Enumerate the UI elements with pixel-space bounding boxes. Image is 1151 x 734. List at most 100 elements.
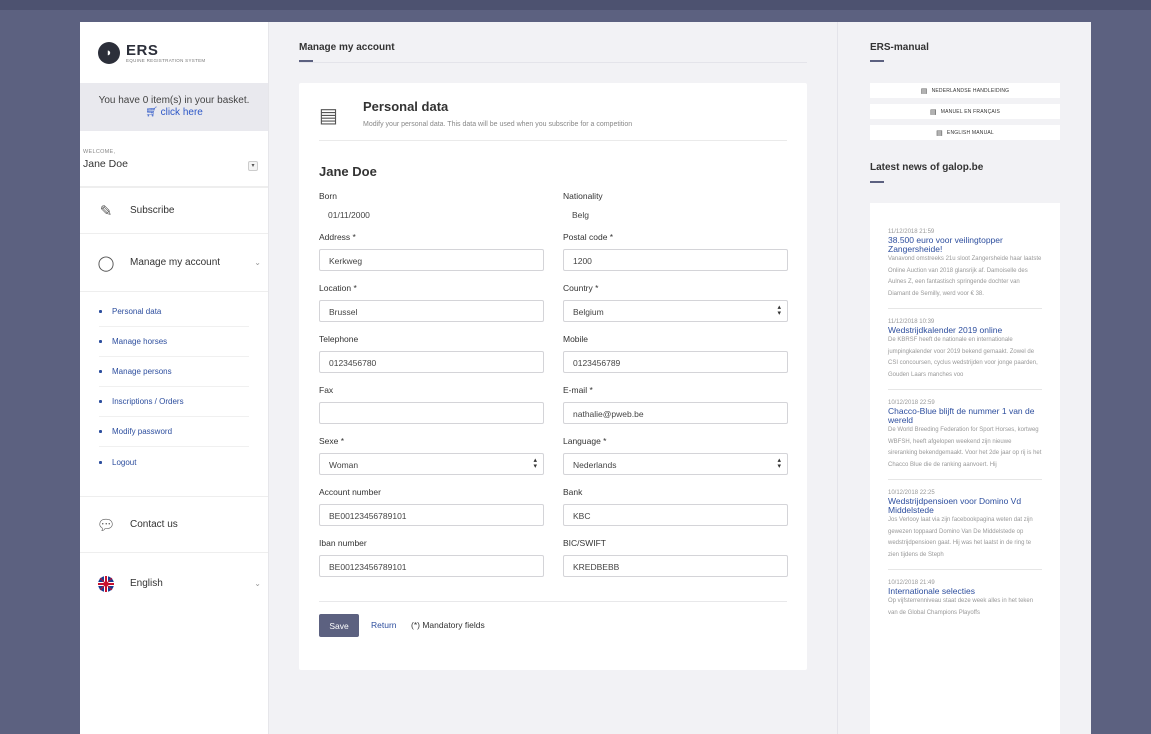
submenu-item[interactable]: Modify password (99, 417, 249, 447)
basket-text: You have 0 item(s) in your basket. (98, 95, 250, 106)
news-title[interactable]: Wedstrijdpensioen voor Domino Vd Middels… (888, 497, 1042, 515)
telephone-field[interactable]: 0123456780 (319, 351, 544, 373)
book-icon: ▤ (936, 129, 943, 137)
nav-subscribe[interactable]: ✎ Subscribe (80, 187, 268, 233)
save-button[interactable]: Save (319, 614, 359, 637)
basket-link-label: click here (160, 107, 203, 118)
right-panel: ERS-manual ▤ NEDERLANDSE HANDLEIDING ▤ MAN… (837, 22, 1091, 734)
nationality-label: Nationality (563, 191, 603, 201)
account-number-label: Account number (319, 487, 381, 497)
nav-language-label: English (130, 578, 163, 589)
language-select[interactable]: Nederlands ▴ ▾ (563, 453, 788, 475)
bank-field[interactable]: KBC (563, 504, 788, 526)
submenu-item[interactable]: Manage persons (99, 357, 249, 387)
nav-manage-account[interactable]: ◯ Manage my account ⌄ (80, 233, 268, 291)
email-field[interactable]: nathalie@pweb.be (563, 402, 788, 424)
news-text: De KBRSF heeft de nationale en internati… (888, 337, 1038, 378)
postal-code-field[interactable]: 1200 (563, 249, 788, 271)
title-rule (299, 62, 807, 63)
chevron-down-icon: ▾ (251, 163, 255, 169)
select-arrows-icon: ▴ ▾ (777, 457, 781, 470)
uk-flag-icon (95, 573, 117, 595)
email-label: E-mail * (563, 385, 593, 395)
language-label: Language * (563, 436, 607, 446)
chevron-down-icon: ⌄ (254, 258, 261, 267)
news-item[interactable]: 11/12/2018 21:59 38.500 euro voor veilin… (888, 229, 1042, 309)
nav-contact-label: Contact us (130, 519, 178, 530)
page-title: Manage my account (299, 42, 395, 53)
submenu-item[interactable]: Personal data (99, 297, 249, 327)
manual-nl-button[interactable]: ▤ NEDERLANDSE HANDLEIDING (870, 83, 1060, 98)
country-select-value: Belgium (573, 307, 604, 317)
news-item[interactable]: 10/12/2018 21:49 Internationale selectie… (888, 580, 1042, 627)
nav-language[interactable]: English ⌄ (80, 552, 268, 614)
submenu-item[interactable]: Logout (99, 447, 249, 477)
manual-en-button[interactable]: ▤ ENGLISH MANUAL (870, 125, 1060, 140)
sidebar: ◗ ERS EQUINE REGISTRATION SYSTEM You hav… (80, 22, 269, 734)
location-field[interactable]: Brussel (319, 300, 544, 322)
news-list: 11/12/2018 21:59 38.500 euro voor veilin… (870, 203, 1060, 734)
nav-contact[interactable]: 💬︎ Contact us (80, 496, 268, 552)
news-text: De World Breeding Federation for Sport H… (888, 427, 1042, 468)
fax-field[interactable] (319, 402, 544, 424)
user-circle-icon: ◯ (97, 254, 115, 272)
news-item[interactable]: 10/12/2018 22:25 Wedstrijdpensioen voor … (888, 490, 1042, 570)
mobile-label: Mobile (563, 334, 589, 344)
news-title[interactable]: Internationale selecties (888, 587, 1042, 596)
news-text: Op vijfsterrenniveau staat deze week all… (888, 598, 1034, 616)
country-label: Country * (563, 283, 599, 293)
book-icon: ▤ (929, 108, 937, 116)
country-select[interactable]: Belgium ▴ ▾ (563, 300, 788, 322)
nationality-value: Belg (572, 210, 590, 220)
chevron-down-icon: ⌄ (254, 579, 261, 588)
news-item[interactable]: 11/12/2018 10:39 Wedstrijdkalender 2019 … (888, 319, 1042, 390)
return-link[interactable]: Return (371, 620, 397, 630)
logo[interactable]: ◗ ERS EQUINE REGISTRATION SYSTEM (80, 22, 268, 83)
book-icon: ▤ (920, 87, 928, 95)
personal-data-card: ▤ Personal data Modify your personal dat… (299, 83, 807, 670)
news-text: Jos Verlooy laat via zijn facebookpagina… (888, 517, 1033, 558)
address-label: Address * (319, 232, 356, 242)
card-header: ▤ Personal data Modify your personal dat… (319, 99, 787, 141)
account-submenu: Personal data Manage horses Manage perso… (80, 291, 268, 477)
logo-name: ERS (126, 41, 159, 59)
cart-icon: 🛒︎ (145, 107, 158, 118)
submenu-item-label: Manage persons (112, 367, 172, 376)
submenu-item-label: Logout (112, 457, 137, 467)
news-title[interactable]: 38.500 euro voor veilingtopper Zangershe… (888, 236, 1042, 254)
basket-link[interactable]: 🛒︎ click here (80, 107, 268, 119)
news-underline (870, 181, 884, 183)
select-arrows-icon: ▴ ▾ (533, 457, 537, 470)
account-number-field[interactable]: BE00123456789101 (319, 504, 544, 526)
language-select-value: Nederlands (573, 460, 617, 470)
horse-logo-icon: ◗ (98, 41, 120, 64)
sexe-label: Sexe * (319, 436, 345, 446)
news-title[interactable]: Chacco-Blue blijft de nummer 1 van de we… (888, 407, 1042, 425)
basket-panel: You have 0 item(s) in your basket. 🛒︎ cl… (80, 83, 268, 131)
select-arrows-icon: ▴ ▾ (777, 304, 781, 317)
iban-field[interactable]: BE00123456789101 (319, 555, 544, 577)
sexe-select[interactable]: Woman ▴ ▾ (319, 453, 544, 475)
main-content: Manage my account ▤ Personal data Modify… (269, 22, 837, 734)
born-value: 01/11/2000 (328, 210, 370, 220)
news-item[interactable]: 10/12/2018 22:59 Chacco-Blue blijft de n… (888, 400, 1042, 480)
submenu-item[interactable]: Inscriptions / Orders (99, 387, 249, 417)
top-bar (0, 0, 1151, 10)
iban-label: Iban number (319, 538, 367, 548)
submenu-item[interactable]: Manage horses (99, 327, 249, 357)
chat-icon: 💬︎ (96, 516, 116, 534)
document-icon: ▤ (319, 105, 338, 127)
person-name: Jane Doe (319, 164, 377, 179)
bank-label: Bank (563, 487, 583, 497)
manual-fr-button[interactable]: ▤ MANUEL EN FRANÇAIS (870, 104, 1060, 119)
fax-label: Fax (319, 385, 334, 395)
news-title[interactable]: Wedstrijdkalender 2019 online (888, 326, 1042, 335)
manual-underline (870, 60, 884, 62)
user-dropdown-button[interactable]: ▾ (248, 161, 258, 171)
nav-manage-account-label: Manage my account (130, 257, 221, 268)
address-field[interactable]: Kerkweg (319, 249, 544, 271)
welcome-label: WELCOME, (83, 149, 116, 155)
location-label: Location * (319, 283, 357, 293)
mobile-field[interactable]: 0123456789 (563, 351, 788, 373)
bic-field[interactable]: KREDBEBB (563, 555, 788, 577)
